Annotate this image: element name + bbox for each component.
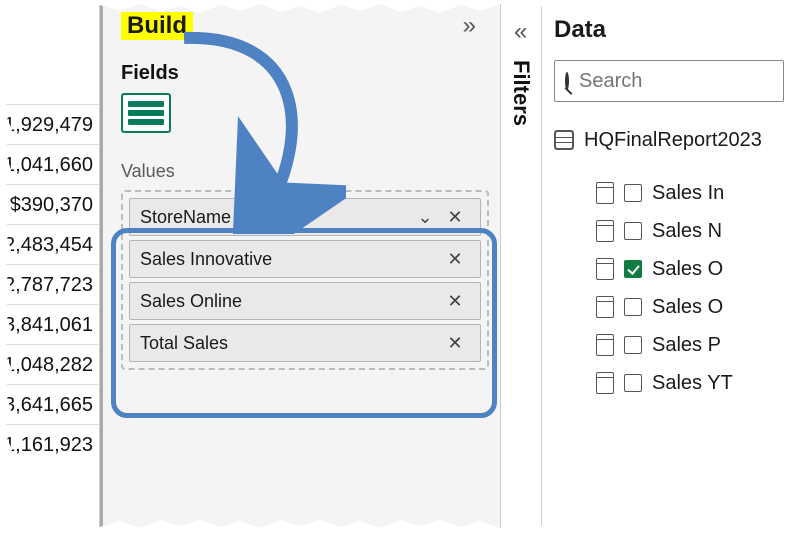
field-row[interactable]: Sales N	[596, 212, 800, 250]
table-icon	[554, 130, 574, 150]
field-list: Sales In Sales N Sales O Sales O Sales P	[554, 174, 800, 402]
field-row[interactable]: Sales P	[596, 326, 800, 364]
field-pill-label: Sales Innovative	[140, 249, 440, 270]
field-name: Sales In	[652, 182, 724, 205]
values-heading: Values	[121, 161, 496, 182]
field-checkbox[interactable]	[624, 184, 642, 202]
table-cell: 3,841,061	[0, 304, 99, 344]
build-title: Build	[121, 12, 193, 40]
remove-field-icon[interactable]: ✕	[440, 249, 470, 270]
app-root: ✕ 1,929,479 1,041,660 $390,370 2,483,454…	[0, 0, 800, 533]
remove-field-icon[interactable]: ✕	[440, 333, 470, 354]
dataset-row[interactable]: HQFinalReport2023	[554, 124, 800, 156]
field-checkbox[interactable]	[624, 336, 642, 354]
field-pill[interactable]: Sales Online ✕	[129, 282, 481, 320]
dataset-name: HQFinalReport2023	[584, 129, 762, 152]
field-pill[interactable]: Total Sales ✕	[129, 324, 481, 362]
field-pill-label: Total Sales	[140, 333, 440, 354]
collapse-left-icon[interactable]: »	[514, 18, 527, 46]
table-cell: 1,161,923	[0, 424, 99, 464]
field-pill-label: StoreName	[140, 207, 410, 228]
remove-field-icon[interactable]: ✕	[440, 291, 470, 312]
measure-icon	[596, 296, 614, 318]
data-pane-title: Data	[554, 16, 800, 44]
search-icon	[565, 72, 569, 90]
table-cell: 2,787,723	[0, 264, 99, 304]
table-visualization-icon[interactable]	[121, 93, 171, 133]
field-name: Sales N	[652, 220, 722, 243]
filters-label: Filters	[508, 60, 534, 126]
measure-icon	[596, 220, 614, 242]
field-row[interactable]: Sales In	[596, 174, 800, 212]
search-input[interactable]	[554, 60, 784, 102]
field-checkbox[interactable]	[624, 260, 642, 278]
field-pill-label: Sales Online	[140, 291, 440, 312]
field-row[interactable]: Sales O	[596, 250, 800, 288]
filters-pane[interactable]: » Filters	[500, 0, 542, 533]
field-name: Sales P	[652, 334, 721, 357]
field-name: Sales YT	[652, 372, 733, 395]
search-field[interactable]	[579, 70, 800, 93]
chevron-down-icon[interactable]: ⌄	[410, 207, 440, 228]
data-table-slice: ✕ 1,929,479 1,041,660 $390,370 2,483,454…	[0, 0, 100, 533]
field-pill[interactable]: StoreName ⌄ ✕	[129, 198, 481, 236]
field-checkbox[interactable]	[624, 222, 642, 240]
measure-icon	[596, 334, 614, 356]
field-row[interactable]: Sales O	[596, 288, 800, 326]
table-cell: 1,048,282	[0, 344, 99, 384]
data-pane: Data HQFinalReport2023 Sales In Sales N	[542, 0, 800, 533]
field-checkbox[interactable]	[624, 298, 642, 316]
table-cell: 2,483,454	[0, 224, 99, 264]
table-cell: 1,929,479	[0, 104, 99, 144]
remove-field-icon[interactable]: ✕	[440, 207, 470, 228]
measure-icon	[596, 258, 614, 280]
field-checkbox[interactable]	[624, 374, 642, 392]
table-cell: 3,641,665	[0, 384, 99, 424]
values-well[interactable]: StoreName ⌄ ✕ Sales Innovative ✕ Sales O…	[121, 190, 489, 370]
fields-heading: Fields	[121, 62, 496, 85]
field-row[interactable]: Sales YT	[596, 364, 800, 402]
collapse-right-icon[interactable]: »	[463, 12, 476, 40]
measure-icon	[596, 182, 614, 204]
build-pane: Build » Fields Values StoreName ⌄ ✕ Sale…	[100, 0, 500, 533]
measure-icon	[596, 372, 614, 394]
field-name: Sales O	[652, 258, 723, 281]
field-name: Sales O	[652, 296, 723, 319]
table-cell: $390,370	[0, 184, 99, 224]
field-pill[interactable]: Sales Innovative ✕	[129, 240, 481, 278]
table-cell: 1,041,660	[0, 144, 99, 184]
